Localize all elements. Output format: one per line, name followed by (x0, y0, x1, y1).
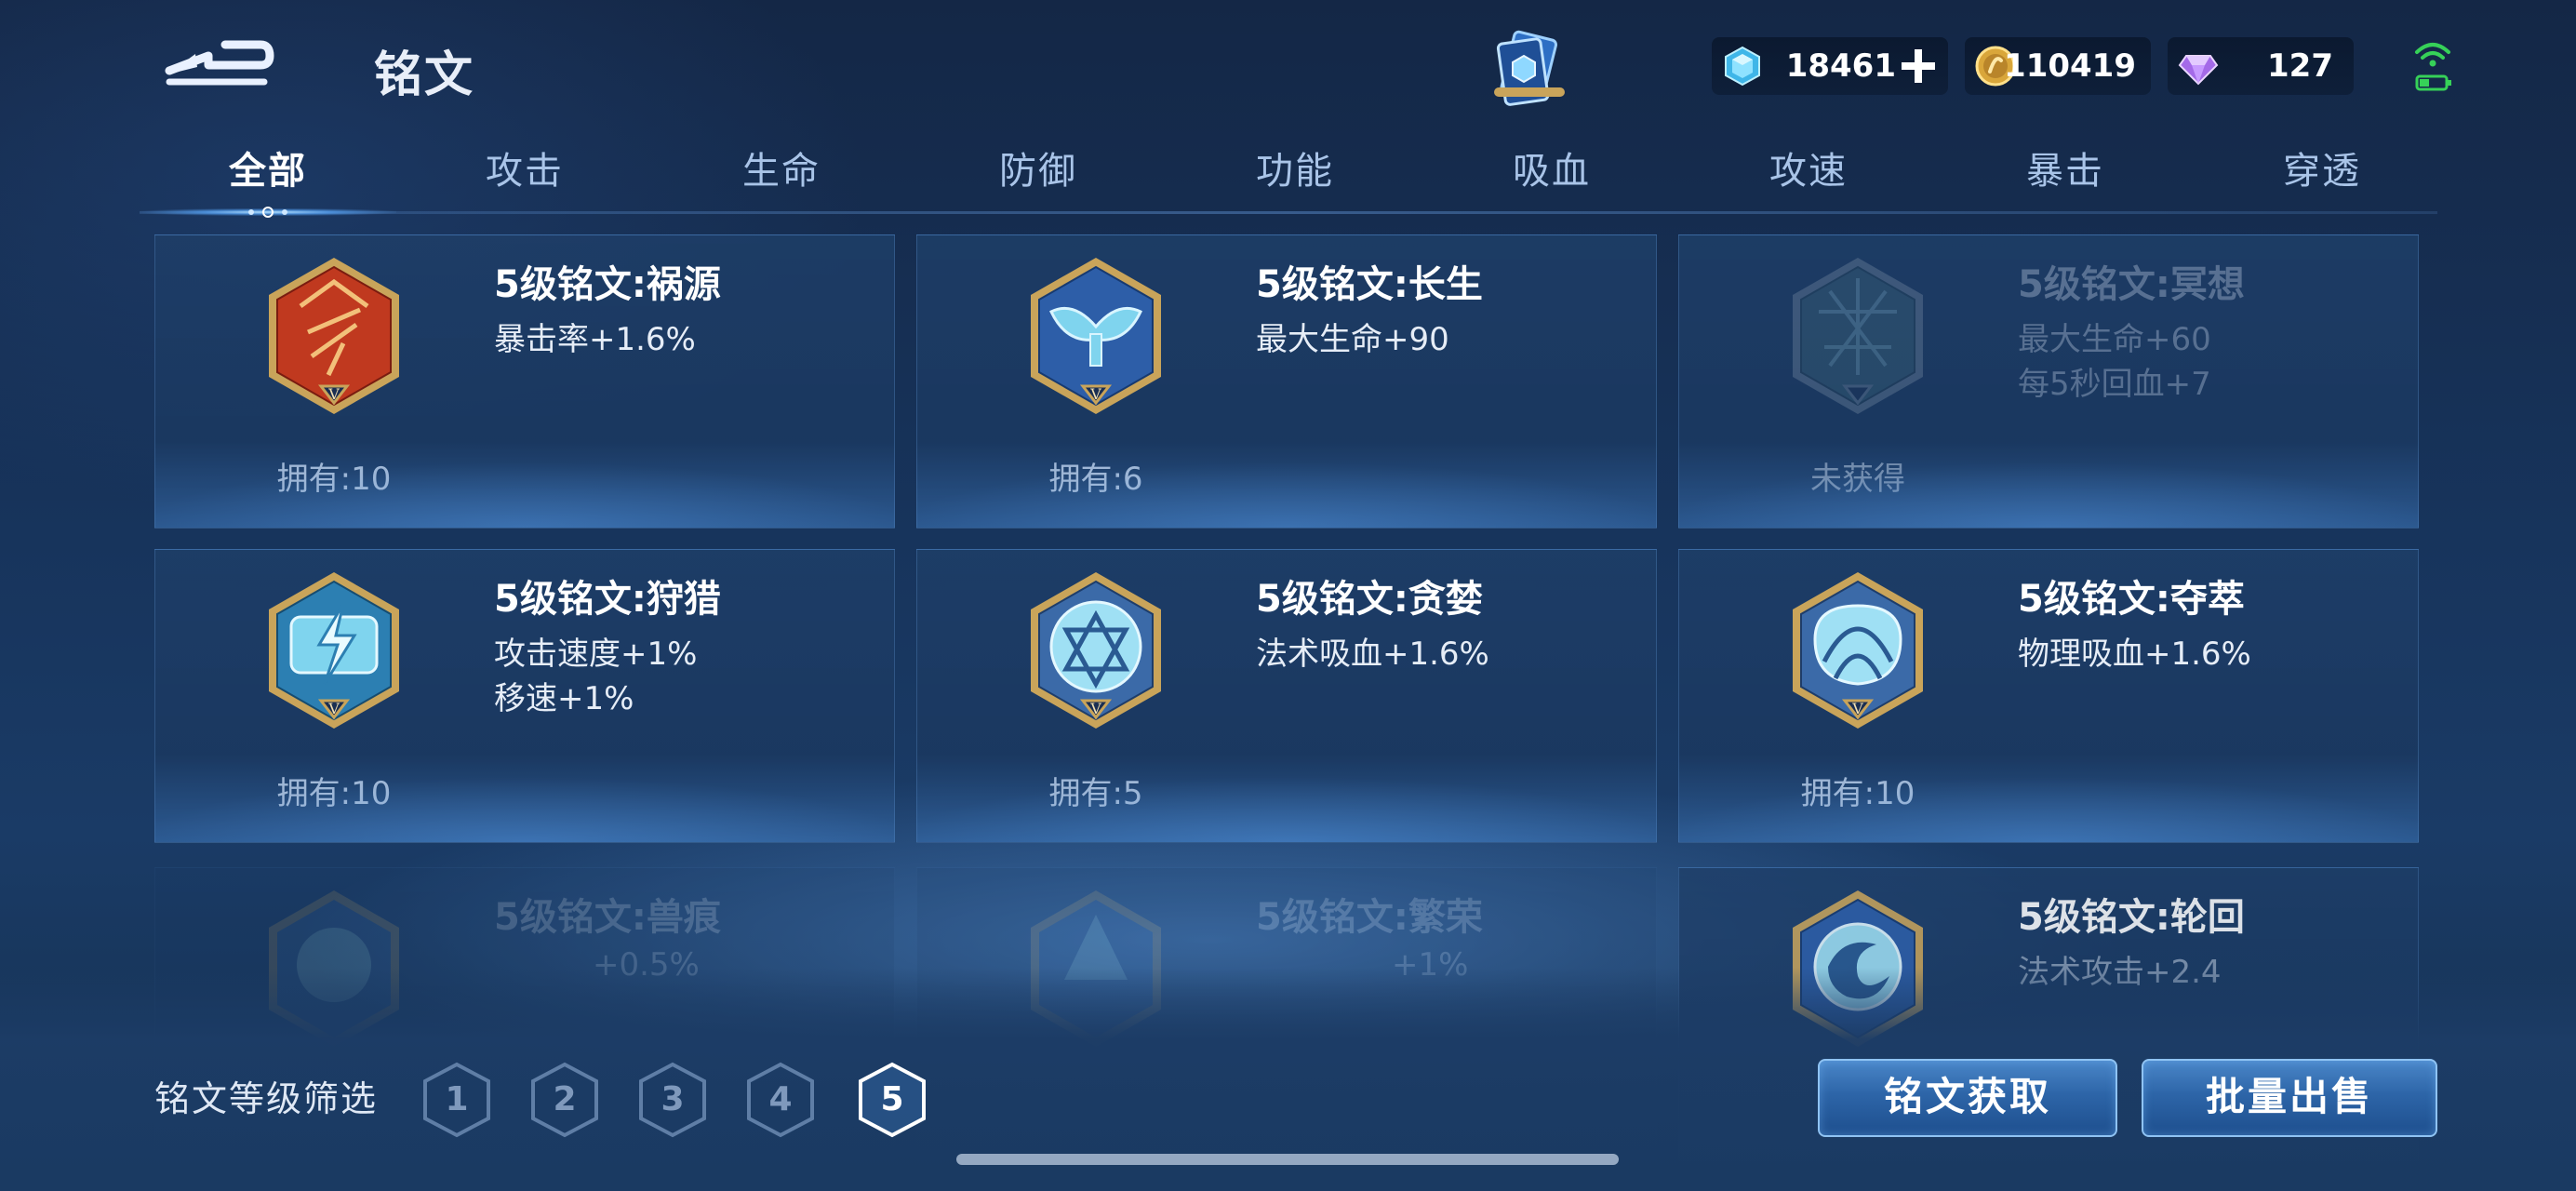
svg-text:V: V (1089, 385, 1101, 403)
diamond-count: 18461 (1785, 47, 1896, 85)
diamond-icon (1725, 46, 1760, 87)
page-title: 铭文 (374, 47, 475, 103)
tab-critical[interactable]: 暴击 (1937, 132, 2194, 210)
level-filter-label-2: 2 (553, 1080, 577, 1118)
level-filter-3[interactable]: 3 (637, 1061, 708, 1139)
back-button[interactable] (160, 28, 277, 95)
rune-owned-count: 拥有:10 (276, 461, 392, 498)
rune-shoulie-icon: V (269, 572, 399, 729)
rune-name: 5级铭文:贪婪 (1256, 578, 1483, 621)
rune-huoyuan-icon: V (269, 258, 399, 414)
tab-all[interactable]: 全部 (140, 132, 396, 210)
rune-card[interactable]: V 5级铭文:贪婪 法术吸血+1.6% 拥有:5 (916, 549, 1657, 843)
batch-sell-button[interactable]: 批量出售 (2142, 1059, 2437, 1137)
level-filter-label-5: 5 (880, 1080, 904, 1118)
rune-name: 5级铭文:冥想 (2018, 263, 2245, 306)
rune-owned-count: 拥有:10 (276, 775, 392, 812)
svg-text:V: V (1851, 700, 1863, 717)
coin-count: 110419 (2004, 47, 2136, 85)
coin-currency: 110419 (1965, 37, 2151, 95)
level-filter-label-4: 4 (768, 1080, 793, 1118)
svg-text:V: V (327, 700, 340, 717)
rune-stat: 攻击速度+1% (494, 636, 698, 673)
rune-card-locked[interactable]: 5级铭文:冥想 最大生命+60 每5秒回血+7 未获得 (1678, 234, 2419, 529)
tab-health[interactable]: 生命 (653, 132, 910, 210)
rune-owned-count: 拥有:6 (1048, 461, 1143, 498)
tab-penetration[interactable]: 穿透 (2194, 132, 2450, 210)
rune-name: 5级铭文:夺萃 (2018, 578, 2245, 621)
rune-name: 5级铭文:繁荣 (1256, 896, 1483, 939)
gem-currency: 127 (2168, 37, 2354, 95)
rune-stat: 暴击率+1.6% (494, 321, 696, 358)
tab-function[interactable]: 功能 (1167, 132, 1423, 210)
level-filter-5[interactable]: 5 (857, 1061, 928, 1139)
diamond-currency: 18461 (1712, 37, 1948, 95)
rune-stat: 每5秒回血+7 (2018, 366, 2211, 403)
rune-card[interactable]: V 5级铭文:狩猎 攻击速度+1% 移速+1% 拥有:10 (154, 549, 895, 843)
rune-name: 5级铭文:祸源 (494, 263, 721, 306)
level-filter-1[interactable]: 1 (421, 1061, 492, 1139)
tab-attack[interactable]: 攻击 (396, 132, 653, 210)
rune-card[interactable]: V 5级铭文:夺萃 物理吸血+1.6% 拥有:10 (1678, 549, 2419, 843)
plus-icon[interactable] (1898, 46, 1939, 87)
rune-book-icon[interactable] (1487, 28, 1572, 114)
rune-owned-status: 未获得 (1810, 461, 1905, 498)
rune-name: 5级铭文:长生 (1256, 263, 1483, 306)
rune-card[interactable]: V 5级铭文:祸源 暴击率+1.6% 拥有:10 (154, 234, 895, 529)
rune-stat: 最大生命+90 (1256, 321, 1449, 358)
tab-divider (140, 211, 2437, 214)
svg-text:V: V (1089, 700, 1101, 717)
tab-defense[interactable]: 防御 (910, 132, 1167, 210)
rune-name: 5级铭文:兽痕 (494, 896, 721, 939)
rune-name: 5级铭文:轮回 (2018, 896, 2245, 939)
rune-owned-count: 拥有:10 (1800, 775, 1915, 812)
svg-text:V: V (327, 385, 340, 403)
level-filter-label-3: 3 (661, 1080, 685, 1118)
tab-indicator-dots (248, 207, 287, 218)
rune-name: 5级铭文:狩猎 (494, 578, 721, 621)
tab-lifesteal[interactable]: 吸血 (1423, 132, 1680, 210)
rune-mingxiang-icon (1793, 258, 1923, 414)
wifi-battery-icon (2415, 43, 2451, 91)
gem-count: 127 (2267, 47, 2333, 85)
level-filter-4[interactable]: 4 (745, 1061, 816, 1139)
home-indicator[interactable] (956, 1154, 1619, 1165)
tab-attack-speed[interactable]: 攻速 (1680, 132, 1937, 210)
rune-stat: 移速+1% (494, 680, 634, 717)
rune-card[interactable]: V 5级铭文:长生 最大生命+90 拥有:6 (916, 234, 1657, 529)
level-filter-label-1: 1 (445, 1080, 469, 1118)
rune-changsheng-icon: V (1031, 258, 1161, 414)
rune-stat: 法术吸血+1.6% (1256, 636, 1489, 673)
level-filter-label: 铭文等级筛选 (154, 1078, 379, 1119)
rune-stat: 最大生命+60 (2018, 321, 2211, 358)
rune-owned-count: 拥有:5 (1048, 775, 1143, 812)
rune-duocui-icon: V (1793, 572, 1923, 729)
category-tabs: 全部 攻击 生命 防御 功能 吸血 攻速 暴击 穿透 (140, 132, 2437, 216)
rune-tanlan-icon: V (1031, 572, 1161, 729)
purple-gem-icon (2178, 55, 2219, 86)
rune-stat: 物理吸血+1.6% (2018, 636, 2251, 673)
level-filter-2[interactable]: 2 (529, 1061, 600, 1139)
get-rune-button[interactable]: 铭文获取 (1818, 1059, 2117, 1137)
